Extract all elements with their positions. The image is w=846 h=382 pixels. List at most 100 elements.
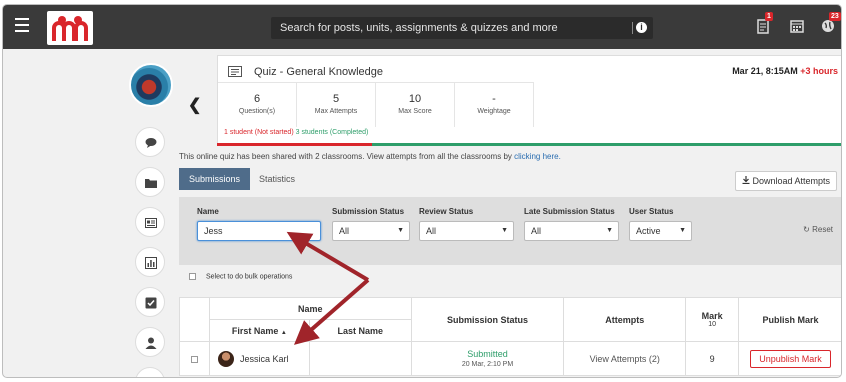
submission-date: 20 Mar, 2:10 PM <box>461 361 514 368</box>
completed-count[interactable]: 3 students (Completed) <box>296 129 369 136</box>
user-status-label: User Status <box>629 207 674 216</box>
progress-not-started <box>217 143 372 146</box>
class-avatar[interactable] <box>129 63 173 107</box>
progress-bar <box>217 143 841 146</box>
name-filter-label: Name <box>197 207 219 216</box>
name-header: Name <box>208 297 412 320</box>
stat-weightage: - Weightage <box>455 83 534 127</box>
shared-notice: This online quiz has been shared with 2 … <box>179 152 561 161</box>
quiz-icon <box>228 66 242 77</box>
user-icon <box>145 337 157 349</box>
download-icon <box>742 176 750 185</box>
mark-header-max: 10 <box>708 321 716 328</box>
reset-icon: ↻ <box>803 225 810 234</box>
stat-value: - <box>492 93 496 105</box>
late-submission-label: Late Submission Status <box>524 207 615 216</box>
sidebar-card-button[interactable] <box>135 207 165 237</box>
quiz-date-text: Mar 21, 8:15AM <box>732 66 798 76</box>
row-checkbox[interactable] <box>190 355 198 363</box>
first-name-header[interactable]: First Name ▲ <box>208 319 310 342</box>
sidebar-chat-button[interactable] <box>135 127 165 157</box>
stat-value: 6 <box>253 93 261 105</box>
search-input[interactable]: Search for posts, units, assignments & q… <box>271 17 653 39</box>
search-divider <box>632 22 633 34</box>
info-icon[interactable]: i <box>636 22 647 33</box>
student-avatar <box>217 350 234 367</box>
late-submission-select[interactable]: All ▼ <box>524 221 619 241</box>
sidebar-more-button[interactable] <box>135 367 165 377</box>
bulk-label: Select to do bulk operations <box>206 273 293 281</box>
checkbox-icon <box>145 297 157 309</box>
first-name-cell: Jessica Karl <box>208 341 310 376</box>
last-name-cell <box>308 341 412 376</box>
mark-header: Mark 10 <box>685 297 740 342</box>
caret-down-icon: ▼ <box>397 227 404 234</box>
stat-label: Max Attempts <box>314 108 358 115</box>
sidebar-check-button[interactable] <box>135 287 165 317</box>
chat-icon <box>145 138 157 148</box>
review-status-select[interactable]: All ▼ <box>419 221 514 241</box>
row-select-cell <box>179 341 210 376</box>
late-submission-value: All <box>531 226 542 236</box>
shared-text: This online quiz has been shared with 2 … <box>179 152 512 161</box>
user-status-value: Active <box>636 226 661 236</box>
tab-submissions[interactable]: Submissions <box>179 168 251 190</box>
last-name-header[interactable]: Last Name <box>308 319 412 342</box>
back-chevron-icon[interactable]: ❮ <box>188 95 201 115</box>
student-name[interactable]: Jessica Karl <box>240 354 289 364</box>
search-placeholder: Search for posts, units, assignments & q… <box>280 22 558 34</box>
caret-down-icon: ▼ <box>606 227 613 234</box>
sidebar-folder-button[interactable] <box>135 167 165 197</box>
submission-status-select[interactable]: All ▼ <box>332 221 410 241</box>
attempts-header: Attempts <box>563 297 687 342</box>
unpublish-mark-button[interactable]: Unpublish Mark <box>750 349 831 368</box>
select-column-header <box>179 297 210 342</box>
caret-down-icon: ▼ <box>679 227 686 234</box>
stat-max-score: 10 Max Score <box>376 83 455 127</box>
quiz-date: Mar 21, 8:15AM +3 hours <box>732 66 838 76</box>
submission-status: Submitted <box>467 349 508 359</box>
mark-cell: 9 <box>685 341 740 376</box>
top-bar: Search for posts, units, assignments & q… <box>3 5 841 49</box>
tab-statistics[interactable]: Statistics <box>249 168 305 190</box>
bulk-checkbox[interactable] <box>189 273 196 280</box>
stat-label: Max Score <box>398 108 432 115</box>
reset-button[interactable]: ↻ Reset <box>803 225 833 234</box>
bulk-select: Select to do bulk operations <box>189 273 292 280</box>
download-label: Download Attempts <box>752 176 830 186</box>
sort-up-icon: ▲ <box>280 329 287 336</box>
submission-status-label: Submission Status <box>332 207 405 216</box>
sidebar-users-button[interactable] <box>135 327 165 357</box>
user-status-select[interactable]: Active ▼ <box>629 221 692 241</box>
publish-cell: Unpublish Mark <box>738 341 841 376</box>
quiz-date-extra: +3 hours <box>800 66 838 76</box>
quiz-title: Quiz - General Knowledge <box>254 66 384 78</box>
notes-icon[interactable]: 1 <box>757 12 773 35</box>
publish-mark-header: Publish Mark <box>738 297 841 342</box>
table-row: Jessica Karl Submitted 20 Mar, 2:10 PM Vi… <box>179 341 841 376</box>
view-attempts-link[interactable]: View Attempts (2) <box>563 341 687 376</box>
bar-chart-icon <box>145 257 157 269</box>
id-card-icon <box>145 218 157 228</box>
name-filter-input[interactable]: Jess <box>197 221 321 241</box>
stat-questions: 6 Question(s) <box>218 83 297 127</box>
sidebar-reports-button[interactable] <box>135 247 165 277</box>
stat-value: 5 <box>332 93 340 105</box>
stat-label: Question(s) <box>238 108 276 115</box>
caret-down-icon: ▼ <box>501 227 508 234</box>
globe-icon[interactable]: 23 <box>821 12 841 35</box>
calendar-icon[interactable] <box>790 19 804 35</box>
hamburger-menu-icon[interactable] <box>15 18 29 34</box>
student-counts: 1 student (Not started) 3 students (Comp… <box>224 129 368 136</box>
download-attempts-button[interactable]: Download Attempts <box>734 171 837 191</box>
globe-badge: 23 <box>829 12 841 21</box>
shared-link[interactable]: clicking here. <box>514 152 561 161</box>
reset-label: Reset <box>812 225 833 234</box>
app-logo[interactable] <box>47 11 93 45</box>
progress-completed <box>372 143 841 146</box>
app-window: Search for posts, units, assignments & q… <box>2 4 842 378</box>
quiz-stats: 6 Question(s) 5 Max Attempts 10 Max Score -… <box>218 82 534 127</box>
review-status-value: All <box>426 226 437 236</box>
not-started-count[interactable]: 1 student (Not started) <box>224 129 294 136</box>
submissions-table: Name Submission Status Attempts Mark 10 P… <box>179 297 841 376</box>
